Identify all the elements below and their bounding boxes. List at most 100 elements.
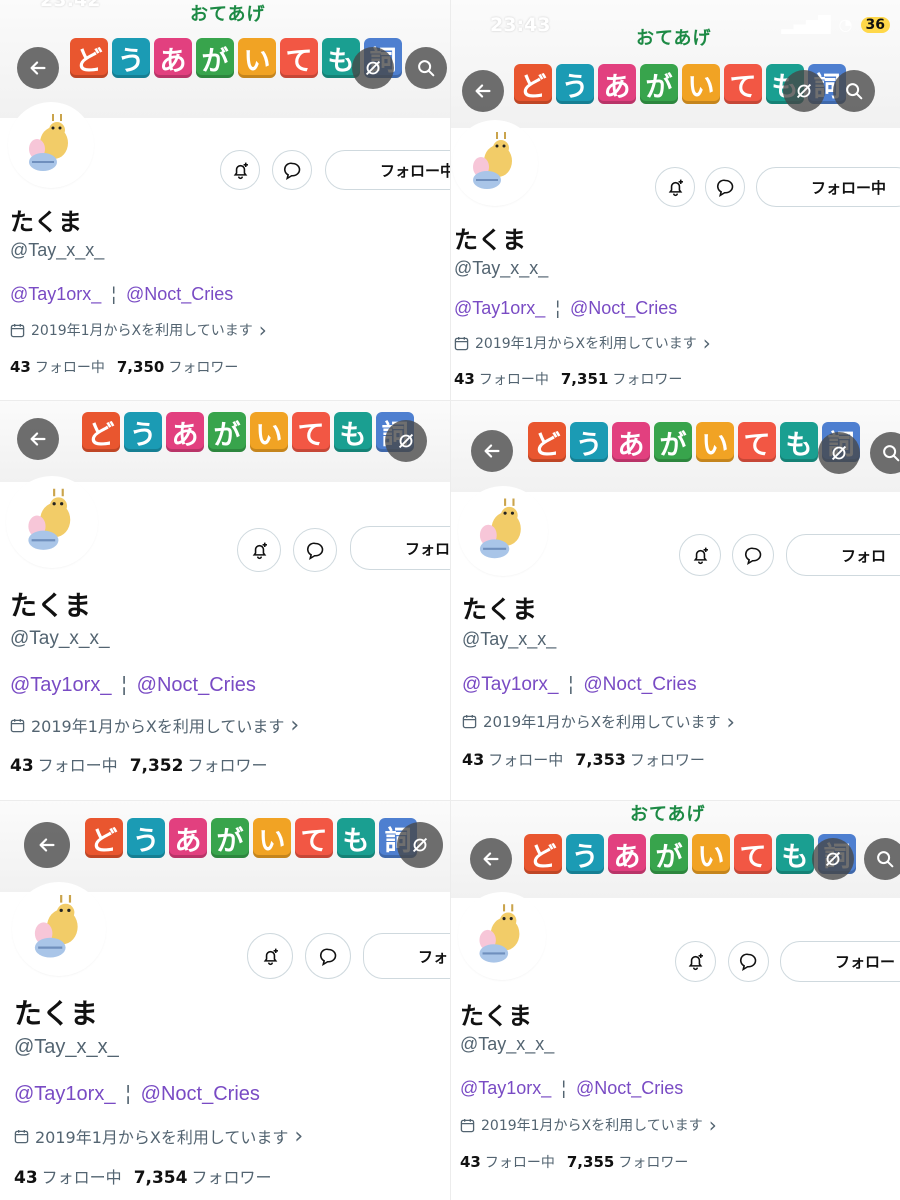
banner-tile: あ <box>598 64 636 104</box>
followers-count[interactable]: 7,350 <box>117 358 164 376</box>
bio-link[interactable]: @Noct_Cries <box>570 298 677 318</box>
following-count[interactable]: 43 <box>454 370 475 388</box>
hide-media-button[interactable] <box>397 822 443 868</box>
message-button[interactable] <box>732 534 774 576</box>
bio-link[interactable]: @Tay1orx_ <box>462 674 558 695</box>
follow-button[interactable]: フォロー <box>780 941 900 982</box>
join-date[interactable]: 2019年1月からXを利用しています › <box>454 333 711 353</box>
banner-title: ど う あ が い て も 詞 <box>524 834 856 874</box>
calendar-icon <box>10 718 25 732</box>
giraffe-avatar-icon <box>11 105 91 185</box>
back-button[interactable] <box>17 47 59 89</box>
avatar[interactable] <box>460 488 546 574</box>
back-button[interactable] <box>471 430 513 472</box>
followers-label[interactable]: フォロワー <box>168 360 238 376</box>
eye-off-icon <box>365 60 381 76</box>
join-date[interactable]: 2019年1月からXを利用しています › <box>14 1124 303 1148</box>
followers-label[interactable]: フォロワー <box>630 751 705 769</box>
bio-link[interactable]: @Noct_Cries <box>141 1083 260 1105</box>
join-date[interactable]: 2019年1月からXを利用しています › <box>462 711 735 732</box>
back-button[interactable] <box>17 418 59 460</box>
search-button[interactable] <box>864 838 900 880</box>
bio-link[interactable]: @Tay1orx_ <box>460 1078 551 1098</box>
search-button[interactable] <box>405 47 447 89</box>
message-icon <box>319 948 336 966</box>
message-button[interactable] <box>293 528 337 572</box>
search-icon <box>877 851 894 868</box>
hide-media-button[interactable] <box>783 70 825 112</box>
followers-count[interactable]: 7,353 <box>575 750 626 769</box>
followers-count[interactable]: 7,354 <box>134 1168 188 1188</box>
avatar[interactable] <box>14 884 104 974</box>
follow-button[interactable]: フォロー中 <box>756 167 900 207</box>
notify-button[interactable] <box>220 150 260 190</box>
back-button[interactable] <box>470 838 512 880</box>
search-icon <box>846 83 863 100</box>
following-label[interactable]: フォロー中 <box>485 1155 555 1171</box>
followers-count[interactable]: 7,355 <box>567 1153 614 1171</box>
message-button[interactable] <box>305 933 351 979</box>
message-button[interactable] <box>272 150 312 190</box>
followers-count[interactable]: 7,351 <box>561 370 608 388</box>
bio-link[interactable]: @Tay1orx_ <box>10 284 101 304</box>
following-count[interactable]: 43 <box>462 750 484 769</box>
calendar-icon <box>10 323 25 337</box>
avatar[interactable] <box>10 104 92 186</box>
hide-media-button[interactable] <box>812 838 854 880</box>
avatar[interactable] <box>460 894 544 978</box>
hide-media-button[interactable] <box>818 432 860 474</box>
chevron-right-icon: › <box>726 709 735 734</box>
following-label[interactable]: フォロー中 <box>42 1168 122 1187</box>
profile-panel: ど う あ が い て も 詞 フォロ たくま @Tay_x_x_ @Tay1o… <box>0 400 450 800</box>
following-label[interactable]: フォロー中 <box>479 372 549 388</box>
bio-link[interactable]: @Tay1orx_ <box>14 1083 115 1105</box>
following-label[interactable]: フォロー中 <box>488 751 563 769</box>
followers-label[interactable]: フォロワー <box>191 1168 271 1187</box>
banner-tile: あ <box>612 422 650 462</box>
followers-label[interactable]: フォロワー <box>612 372 682 388</box>
following-count[interactable]: 43 <box>10 756 34 776</box>
following-count[interactable]: 43 <box>10 358 31 376</box>
following-label[interactable]: フォロー中 <box>35 360 105 376</box>
followers-label[interactable]: フォロワー <box>187 756 267 775</box>
bio-link[interactable]: @Noct_Cries <box>126 284 233 304</box>
avatar[interactable] <box>8 478 96 566</box>
bio-link[interactable]: @Noct_Cries <box>583 674 696 695</box>
notify-button[interactable] <box>655 167 695 207</box>
join-date-text: 2019年1月からXを利用しています <box>483 713 721 731</box>
follow-button-label: フォロ <box>841 546 887 565</box>
following-count[interactable]: 43 <box>14 1168 38 1188</box>
notify-button[interactable] <box>675 941 716 982</box>
back-button[interactable] <box>462 70 504 112</box>
following-count[interactable]: 43 <box>460 1153 481 1171</box>
follow-button-label: フォ <box>418 947 449 966</box>
back-button[interactable] <box>24 822 70 868</box>
follow-button[interactable]: フォロ <box>786 534 900 576</box>
notify-button[interactable] <box>237 528 281 572</box>
message-button[interactable] <box>705 167 745 207</box>
search-button[interactable] <box>833 70 875 112</box>
bio-link[interactable]: @Tay1orx_ <box>10 674 111 696</box>
notify-button[interactable] <box>247 933 293 979</box>
bio-link[interactable]: @Noct_Cries <box>137 674 256 696</box>
join-date[interactable]: 2019年1月からXを利用しています › <box>460 1115 717 1135</box>
bio-link[interactable]: @Tay1orx_ <box>454 298 545 318</box>
following-label[interactable]: フォロー中 <box>38 756 118 775</box>
avatar[interactable] <box>454 122 536 204</box>
banner-tile: う <box>570 422 608 462</box>
message-button[interactable] <box>728 941 769 982</box>
hide-media-button[interactable] <box>385 420 427 462</box>
follow-stats: 43 フォロー中 7,352 フォロワー <box>10 752 267 776</box>
join-date[interactable]: 2019年1月からXを利用しています › <box>10 713 299 737</box>
join-date[interactable]: 2019年1月からXを利用しています › <box>10 320 267 340</box>
bio-link[interactable]: @Noct_Cries <box>576 1078 683 1098</box>
follow-button[interactable]: フォロ <box>350 526 450 570</box>
follow-button[interactable]: フォ <box>363 933 450 979</box>
followers-count[interactable]: 7,352 <box>130 756 184 776</box>
display-name: たくま <box>454 226 526 254</box>
followers-label[interactable]: フォロワー <box>618 1155 688 1171</box>
profile-panel: ど う あ が い て も 詞 フォ たくま @Tay_x_x_ @Tay1or… <box>0 800 450 1200</box>
follow-button[interactable]: フォロー中 <box>325 150 450 190</box>
hide-media-button[interactable] <box>352 47 394 89</box>
notify-button[interactable] <box>679 534 721 576</box>
